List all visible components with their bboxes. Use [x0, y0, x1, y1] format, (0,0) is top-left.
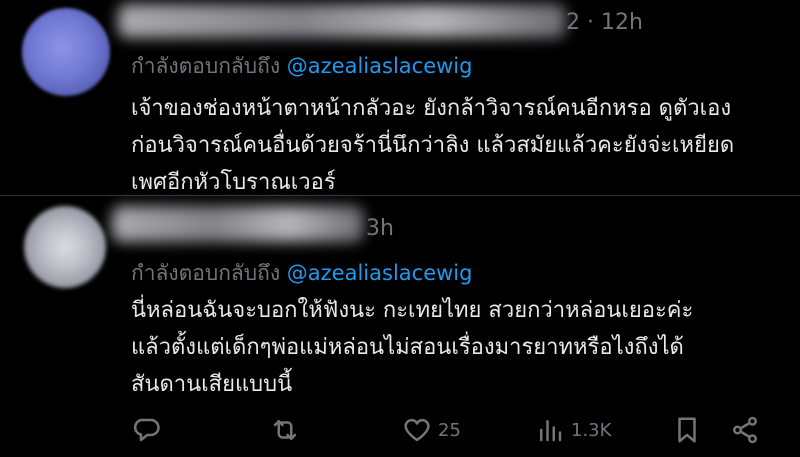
like-count: 25	[438, 419, 461, 441]
reply-button[interactable]	[131, 408, 161, 452]
tweet-text-line: นี่หล่อนฉันจะบอกให้ฟังนะ กะเทยไทย สวยกว่…	[131, 298, 694, 323]
tweet-text-line: เจ้าของช่องหน้าตาหน้ากลัวอะ ยังกล้าวิจาร…	[131, 96, 732, 121]
views-count: 1.3K	[571, 419, 612, 441]
heart-icon	[402, 415, 432, 445]
tweet-action-bar: 25 1.3K	[0, 408, 800, 452]
share-button[interactable]	[730, 408, 760, 452]
share-icon	[730, 415, 760, 445]
blurred-username[interactable]	[118, 4, 566, 38]
timestamp[interactable]: 2 · 12h	[566, 10, 643, 35]
views-button[interactable]: 1.3K	[535, 408, 611, 452]
avatar[interactable]	[22, 8, 110, 96]
reply-icon	[131, 415, 161, 445]
reply-tweet-1[interactable]: 2 · 12h กำลังตอบกลับถึง @azealiaslacewig…	[0, 0, 800, 195]
bookmark-icon	[672, 415, 702, 445]
views-icon	[535, 415, 565, 445]
replying-to: กำลังตอบกลับถึง @azealiaslacewig	[131, 257, 472, 290]
tweet-text-line: แล้วตั้งแต่เด็กๆพ่อแม่หล่อนไม่สอนเรื่องม…	[131, 335, 684, 360]
replying-to: กำลังตอบกลับถึง @azealiaslacewig	[131, 50, 472, 83]
blurred-username[interactable]	[112, 206, 364, 242]
retweet-button[interactable]	[270, 408, 300, 452]
replying-to-label: กำลังตอบกลับถึง	[131, 261, 281, 285]
avatar[interactable]	[24, 206, 106, 288]
bookmark-button[interactable]	[672, 408, 702, 452]
tweet-text-line: สันดานเสียแบบนี้	[131, 372, 293, 397]
tweet-text: เจ้าของช่องหน้าตาหน้ากลัวอะ ยังกล้าวิจาร…	[131, 90, 791, 201]
retweet-icon	[270, 415, 300, 445]
replying-to-label: กำลังตอบกลับถึง	[131, 54, 281, 78]
timestamp[interactable]: 3h	[366, 216, 394, 241]
like-button[interactable]: 25	[402, 408, 461, 452]
tweet-text-line: ก่อนวิจารณ์คนอื่นด้วยจร้านี่นึกว่าลิง แล…	[131, 133, 735, 158]
mention-link[interactable]: @azealiaslacewig	[287, 261, 473, 285]
mention-link[interactable]: @azealiaslacewig	[287, 54, 473, 78]
tweet-text: นี่หล่อนฉันจะบอกให้ฟังนะ กะเทยไทย สวยกว่…	[131, 292, 791, 403]
